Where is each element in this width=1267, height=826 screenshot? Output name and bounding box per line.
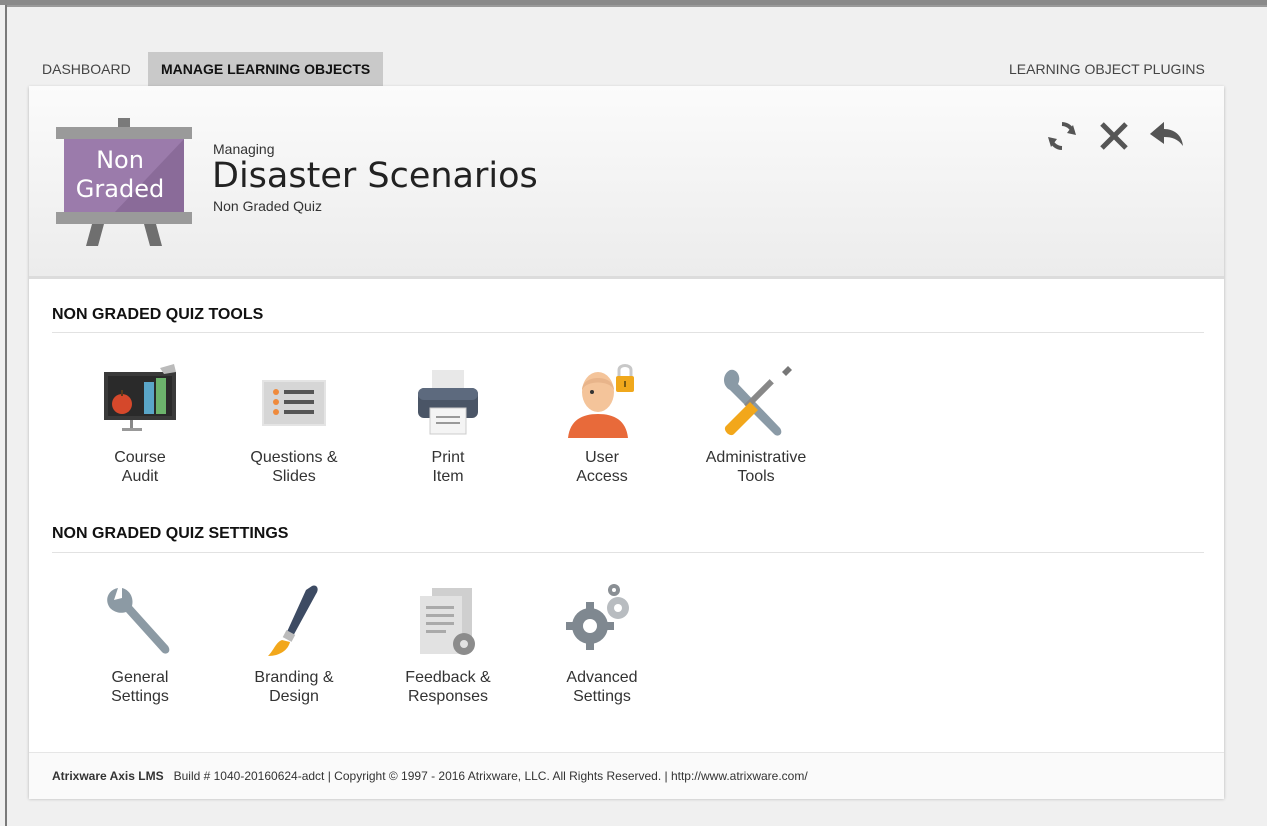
page-footer: Atrixware Axis LMS Build # 1040-20160624… — [29, 752, 1224, 799]
tool-label: Branding & Design — [219, 668, 369, 706]
managing-label: Managing — [213, 141, 275, 157]
tool-administrative-tools[interactable]: Administrative Tools — [681, 362, 831, 486]
tool-label-line-2: Item — [432, 468, 464, 485]
tool-label: Advanced Settings — [527, 668, 677, 706]
setting-branding-design[interactable]: Branding & Design — [219, 582, 369, 706]
tool-label: User Access — [527, 448, 677, 486]
badge-label: Non Graded — [70, 146, 170, 204]
tools-section-title: NON GRADED QUIZ TOOLS — [52, 306, 264, 323]
tool-label-line-1: Administrative — [705, 449, 807, 466]
tool-label-line-1: User — [585, 449, 619, 466]
tool-label-line-2: Slides — [272, 468, 316, 485]
tool-label-line-2: Tools — [737, 468, 775, 485]
footer-brand: Atrixware Axis LMS — [52, 769, 164, 783]
questions-slides-icon — [262, 380, 326, 426]
learning-object-plugins-link[interactable]: LEARNING OBJECT PLUGINS — [996, 52, 1218, 86]
tool-label: Administrative Tools — [681, 448, 831, 486]
paintbrush-icon — [268, 585, 318, 656]
learning-object-panel: Non Graded Managing Disaster Scenarios N… — [29, 86, 1224, 799]
tool-label: Course Audit — [65, 448, 215, 486]
tool-label-line-1: Course — [114, 449, 166, 466]
tool-label: Questions & Slides — [219, 448, 369, 486]
footer-copyright: Build # 1040-20160624-adct | Copyright ©… — [173, 769, 808, 783]
tool-label-line-1: General — [111, 669, 169, 686]
tool-questions-slides[interactable]: Questions & Slides — [219, 362, 369, 486]
tool-label-line-1: Feedback & — [405, 669, 491, 686]
gears-icon — [566, 584, 629, 650]
object-type-label: Non Graded Quiz — [213, 198, 322, 214]
tool-label-line-1: Branding & — [254, 669, 334, 686]
refresh-icon[interactable] — [1042, 116, 1082, 156]
tool-label-line-2: Audit — [121, 468, 159, 485]
tool-label-line-1: Advanced — [566, 669, 638, 686]
tool-label: General Settings — [65, 668, 215, 706]
tool-user-access[interactable]: User Access — [527, 362, 677, 486]
close-icon[interactable] — [1094, 116, 1134, 156]
tool-label-line-1: Print — [431, 449, 465, 466]
tool-label-line-2: Responses — [407, 688, 489, 705]
tool-label-line-1: Questions & — [250, 449, 338, 466]
tool-label-line-2: Settings — [573, 688, 631, 705]
settings-section-title: NON GRADED QUIZ SETTINGS — [52, 525, 289, 542]
header-actions — [1042, 116, 1192, 156]
badge-line-2: Graded — [75, 175, 165, 203]
user-access-icon — [568, 364, 634, 438]
setting-feedback-responses[interactable]: Feedback & Responses — [373, 582, 523, 706]
tool-label-line-2: Settings — [111, 688, 169, 705]
tools-section-divider — [52, 332, 1204, 333]
tab-dashboard[interactable]: DASHBOARD — [29, 52, 144, 86]
tool-label: Feedback & Responses — [373, 668, 523, 706]
wrench-icon — [107, 588, 170, 654]
badge-line-1: Non — [96, 146, 144, 174]
tool-label-line-2: Access — [576, 468, 628, 485]
administrative-tools-icon — [724, 366, 792, 436]
settings-section-divider — [52, 552, 1204, 553]
setting-general-settings[interactable]: General Settings — [65, 582, 215, 706]
window-frame-inner-top — [5, 5, 1267, 7]
window-frame-left — [5, 5, 7, 826]
page-title: Disaster Scenarios — [212, 156, 538, 196]
course-audit-icon — [104, 364, 176, 431]
tool-course-audit[interactable]: Course Audit — [65, 362, 215, 486]
tool-label: Print Item — [373, 448, 523, 486]
tab-manage-learning-objects[interactable]: MANAGE LEARNING OBJECTS — [148, 52, 384, 86]
tool-label-line-2: Design — [269, 688, 319, 705]
setting-advanced-settings[interactable]: Advanced Settings — [527, 582, 677, 706]
learning-object-header: Non Graded Managing Disaster Scenarios N… — [29, 86, 1224, 279]
printer-icon — [418, 370, 478, 435]
feedback-document-icon — [420, 588, 475, 655]
tool-print-item[interactable]: Print Item — [373, 362, 523, 486]
back-icon[interactable] — [1146, 116, 1186, 156]
